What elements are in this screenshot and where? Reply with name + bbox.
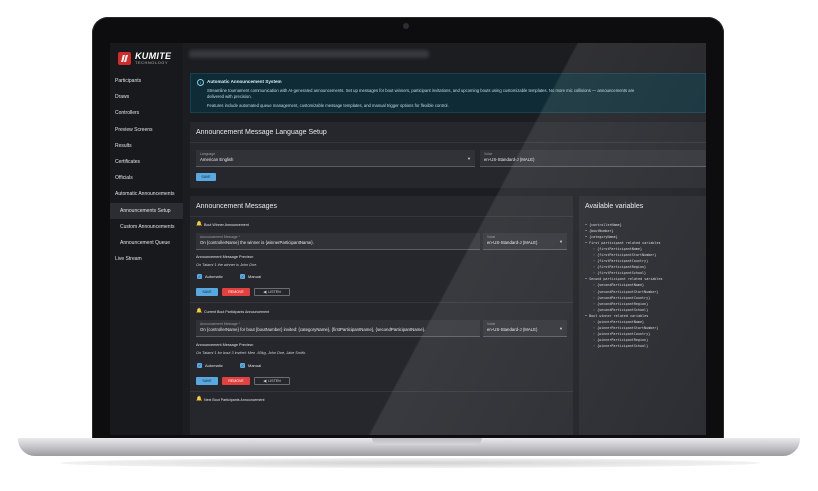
sidebar-item-results[interactable]: Results — [110, 138, 183, 154]
bout-winner-heading: Bout Winner Announcement — [204, 223, 249, 227]
listen-label: LISTEN — [268, 379, 281, 383]
variable-item: ◦ {winnerParticipantSchool} — [593, 343, 649, 348]
language-label: Language — [200, 152, 216, 156]
variable-item: ◦ {secondParticipantStartNumber} — [593, 289, 659, 294]
message-value: On {controllerName} the winner is {winne… — [200, 240, 314, 245]
logo-sub: TECHNOLOGY — [135, 59, 169, 65]
info-icon: i — [197, 79, 204, 86]
sidebar-item-draws[interactable]: Draws — [110, 89, 183, 105]
listen-label: LISTEN — [268, 290, 281, 294]
main-content: i Automatic Announcement System Streamli… — [190, 73, 706, 435]
bout-winner-voice-select[interactable]: Voice en-US-Standard-J (MALE) ▼ — [483, 233, 567, 250]
laptop-base — [18, 438, 800, 456]
camera — [403, 23, 409, 29]
manual-label: Manual — [248, 363, 262, 368]
bout-winner-preview-title: Announcement Message Preview: — [196, 255, 254, 259]
message-label: Announcement Message * — [200, 322, 240, 326]
message-label: Announcement Message * — [200, 235, 240, 239]
chevron-down-icon: ▼ — [559, 326, 563, 331]
manual-label: Manual — [248, 274, 262, 279]
voice-label: Voice — [487, 235, 496, 239]
sidebar-item-announcement-queue[interactable]: Announcement Queue — [110, 235, 183, 251]
language-select[interactable]: Language American English ▼ — [196, 150, 475, 167]
bout-winner-remove-button[interactable]: REMOVE — [222, 288, 250, 296]
sidebar-nav: Participants Draws Controllers Preview S… — [110, 73, 183, 267]
sidebar-item-custom-announcements[interactable]: Custom Announcements — [110, 219, 183, 235]
bell-icon: 🔔 — [196, 308, 203, 314]
top-bar — [183, 43, 706, 65]
laptop-screen: KUMITE TECHNOLOGY Participants Draws Con… — [110, 43, 706, 435]
chevron-down-icon: ▼ — [467, 156, 471, 161]
info-line-3: Features include automated queue managem… — [207, 103, 449, 108]
voice-label: Voice — [484, 152, 493, 156]
sidebar-item-officials[interactable]: Officials — [110, 170, 183, 186]
bout-winner-manual-checkbox[interactable]: ✓ — [240, 274, 245, 279]
current-bout-automatic-checkbox[interactable]: ✓ — [197, 363, 202, 368]
automatic-label: Automatic — [205, 274, 223, 279]
announcement-messages-title: Announcement Messages — [196, 203, 277, 210]
logo[interactable]: KUMITE TECHNOLOGY — [110, 43, 183, 70]
variables-list: • {controllerName} • {boutNumber} • {cat… — [585, 222, 663, 349]
sidebar-item-live-stream[interactable]: Live Stream — [110, 251, 183, 267]
current-bout-preview-text: On Tatami 1 for bout 3 invited: Men -60k… — [196, 351, 307, 355]
language-save-button[interactable]: SAVE — [196, 173, 216, 181]
bout-winner-message-input[interactable]: Announcement Message * On {controllerNam… — [196, 233, 480, 250]
sidebar-item-controllers[interactable]: Controllers — [110, 105, 183, 121]
current-bout-voice-select[interactable]: Voice en-US-Standard-J (MALE) ▼ — [483, 320, 567, 337]
variable-item: ◦ {winnerParticipantStartNumber} — [593, 325, 659, 330]
sidebar-item-participants[interactable]: Participants — [110, 73, 183, 89]
current-bout-preview-title: Announcement Message Preview: — [196, 343, 254, 347]
info-title: Automatic Announcement System — [207, 79, 282, 84]
current-bout-remove-button[interactable]: REMOVE — [222, 377, 250, 385]
current-bout-message-input[interactable]: Announcement Message * On {controllerNam… — [196, 320, 480, 337]
sidebar-item-announcements-setup[interactable]: Announcements Setup — [110, 202, 183, 219]
voice-value: en-US-Standard-J (MALE) — [487, 240, 538, 245]
bout-winner-automatic-checkbox[interactable]: ✓ — [197, 274, 202, 279]
blurred-title — [189, 50, 429, 58]
info-line-1: Streamline tournament communication with… — [207, 88, 635, 93]
bout-winner-save-button[interactable]: SAVE — [196, 288, 218, 296]
current-bout-manual-checkbox[interactable]: ✓ — [240, 363, 245, 368]
sidebar-item-automatic-announcements[interactable]: Automatic Announcements — [110, 186, 183, 202]
available-variables-title: Available variables — [585, 203, 644, 210]
voice-value: en-US-Standard-J (MALE) — [487, 327, 538, 332]
info-line-2: delivered with precision. — [207, 94, 252, 99]
bout-winner-preview-text: On Tatami 1 the winner is John Doe. — [196, 263, 258, 267]
sidebar-item-certificates[interactable]: Certificates — [110, 154, 183, 170]
next-bout-heading: Next Bout Participants Announcement — [204, 398, 265, 402]
laptop-shadow — [60, 458, 760, 468]
voice-select[interactable]: Voice en-US-Standard-J (MALE) — [480, 150, 706, 167]
current-bout-listen-button[interactable]: ◀) LISTEN — [254, 377, 290, 385]
laptop-notch — [372, 438, 482, 445]
language-setup-title: Announcement Message Language Setup — [196, 129, 327, 136]
info-banner: i Automatic Announcement System Streamli… — [190, 73, 706, 113]
announcement-messages-panel: Announcement Messages 🔔 Bout Winner Anno… — [190, 196, 573, 435]
language-value: American English — [200, 157, 234, 162]
chevron-down-icon: ▼ — [559, 239, 563, 244]
divider — [190, 391, 573, 392]
language-setup-panel: Announcement Message Language Setup Lang… — [190, 122, 706, 188]
divider — [190, 142, 706, 143]
logo-mark-icon — [118, 51, 131, 65]
bout-winner-listen-button[interactable]: ◀) LISTEN — [254, 288, 290, 296]
voice-label: Voice — [487, 322, 496, 326]
sidebar: KUMITE TECHNOLOGY Participants Draws Con… — [110, 43, 183, 435]
voice-value: en-US-Standard-J (MALE) — [484, 157, 535, 162]
current-bout-save-button[interactable]: SAVE — [196, 377, 218, 385]
divider — [190, 216, 573, 217]
divider — [190, 302, 573, 303]
bell-icon: 🔔 — [196, 396, 203, 402]
current-bout-heading: Current Bout Participants Announcement — [204, 310, 270, 314]
message-value: On {controllerName} for bout {boutNumber… — [200, 327, 426, 332]
sidebar-item-preview-screens[interactable]: Preview Screens — [110, 122, 183, 138]
available-variables-panel: Available variables • {controllerName} •… — [579, 196, 706, 435]
bell-icon: 🔔 — [196, 221, 203, 227]
automatic-label: Automatic — [205, 363, 223, 368]
